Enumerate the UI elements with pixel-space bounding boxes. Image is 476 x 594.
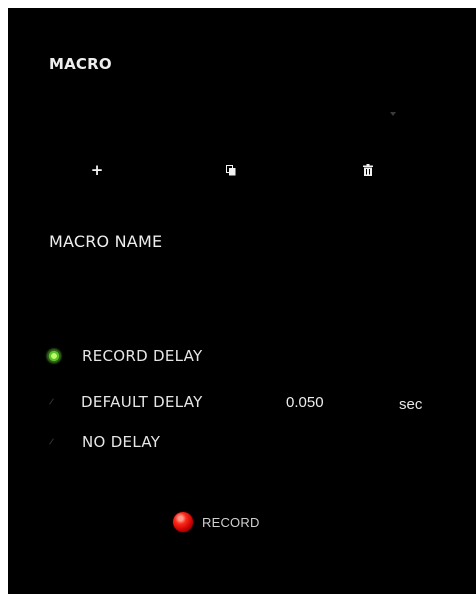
macro-panel: MACRO + MACRO NAME RECORD DELAY DEFAULT … (8, 8, 476, 594)
no-delay-radio[interactable] (47, 435, 61, 449)
record-button[interactable]: RECORD (173, 511, 260, 533)
macro-select-dropdown-arrow-icon[interactable] (390, 112, 396, 116)
record-icon (173, 512, 193, 532)
add-macro-button[interactable]: + (88, 161, 106, 179)
copy-macro-button[interactable] (222, 161, 240, 179)
default-delay-label: DEFAULT DELAY (81, 393, 203, 411)
default-delay-unit: sec (399, 396, 423, 413)
delete-macro-button[interactable] (359, 161, 377, 179)
no-delay-label: NO DELAY (82, 433, 161, 451)
no-delay-option[interactable]: NO DELAY (47, 432, 160, 452)
record-label: RECORD (202, 514, 260, 530)
trash-icon (363, 164, 373, 176)
default-delay-option[interactable]: DEFAULT DELAY (47, 392, 203, 412)
macro-section-title: MACRO (49, 55, 112, 73)
default-delay-value-field[interactable]: 0.050 (286, 394, 324, 411)
macro-name-title: MACRO NAME (49, 232, 163, 251)
record-delay-radio[interactable] (47, 349, 61, 363)
record-delay-option[interactable]: RECORD DELAY (47, 346, 203, 366)
plus-icon: + (90, 161, 104, 179)
record-delay-label: RECORD DELAY (82, 347, 203, 365)
copy-icon (226, 164, 236, 175)
default-delay-radio[interactable] (47, 395, 61, 409)
